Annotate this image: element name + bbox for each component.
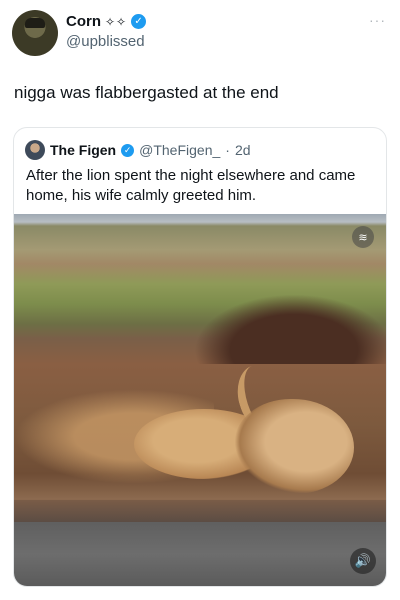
lion-figure bbox=[234, 399, 354, 494]
road-edge bbox=[14, 500, 386, 522]
author-avatar[interactable] bbox=[12, 10, 58, 56]
watermark-icon: ≋ bbox=[352, 226, 374, 248]
more-options-icon[interactable]: ··· bbox=[369, 12, 386, 28]
quoted-verified-badge-icon: ✓ bbox=[121, 143, 135, 157]
dirt-mound bbox=[194, 294, 386, 364]
speaker-icon[interactable]: 🔊 bbox=[350, 548, 376, 574]
author-name[interactable]: Corn bbox=[66, 13, 101, 30]
author-name-row[interactable]: Corn ✧✧ ✓ bbox=[66, 13, 147, 30]
quoted-tweet-card[interactable]: The Figen ✓ @TheFigen_ · 2d After the li… bbox=[13, 127, 387, 587]
quoted-separator: · bbox=[225, 142, 230, 158]
verified-badge-icon: ✓ bbox=[131, 14, 147, 29]
author-handle[interactable]: @upblissed bbox=[66, 33, 145, 50]
quoted-age: 2d bbox=[234, 142, 251, 158]
quoted-author-name[interactable]: The Figen bbox=[50, 142, 116, 158]
video-media[interactable]: ≋ 🔊 bbox=[14, 214, 386, 586]
tweet-text: nigga was flabbergasted at the end bbox=[14, 83, 279, 102]
name-decoration: ✧✧ bbox=[105, 14, 128, 29]
quoted-header: The Figen ✓ @TheFigen_ · 2d bbox=[25, 140, 251, 160]
quoted-author-handle[interactable]: @TheFigen_ bbox=[139, 142, 220, 158]
quoted-avatar[interactable] bbox=[25, 140, 45, 160]
quoted-text: After the lion spent the night elsewhere… bbox=[26, 167, 356, 204]
tweet-post: Corn ✧✧ ✓ @upblissed ··· nigga was flabb… bbox=[0, 0, 400, 600]
